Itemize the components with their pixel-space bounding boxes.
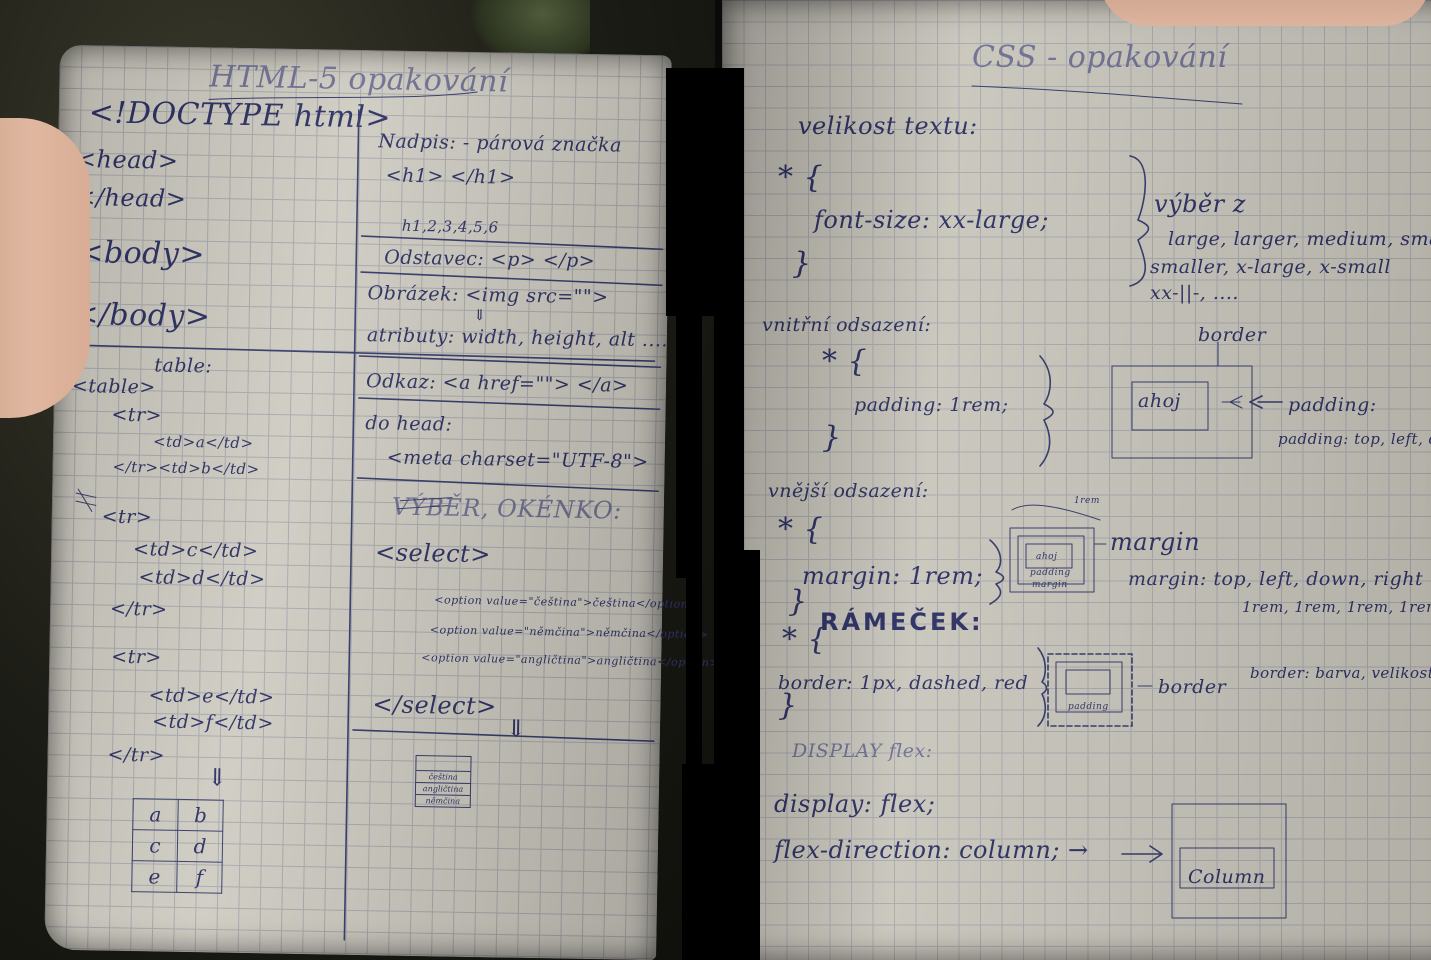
- photo-scene: HTML-5 opakování <!DOCTYPE html> <head> …: [0, 0, 1431, 960]
- black-gap-block: [682, 764, 714, 960]
- notebook-page-html: HTML-5 opakování <!DOCTYPE html> <head> …: [44, 44, 719, 960]
- notebook-page-css: CSS - opakování velikost textu: * { font…: [722, 0, 1431, 960]
- left-page-ink-lines: [71, 91, 664, 941]
- black-gap-block: [666, 68, 714, 316]
- black-gap-block: [714, 68, 744, 960]
- hand-holding-notebook-top: [1100, 0, 1430, 26]
- black-gap-block: [676, 316, 702, 578]
- black-gap-block: [744, 550, 760, 960]
- right-page-ink-lines: [971, 85, 1287, 919]
- hand-holding-notebook-left: [0, 118, 90, 418]
- black-gap-block: [686, 578, 702, 764]
